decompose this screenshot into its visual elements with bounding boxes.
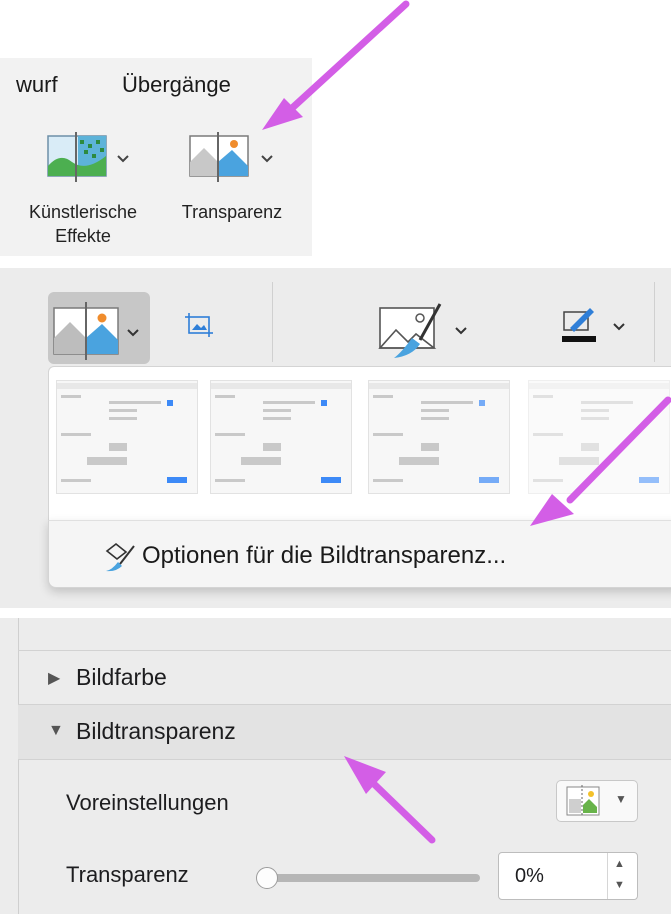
pen-icon — [562, 308, 625, 342]
artistic-effects-label: Künstlerische Effekte — [0, 200, 166, 248]
slider-thumb[interactable] — [256, 867, 278, 889]
transparency-preset-thumb[interactable] — [368, 380, 510, 494]
tab-uebergaenge[interactable]: Übergänge — [122, 72, 231, 98]
transparency-preset-thumb[interactable] — [56, 380, 198, 494]
artistic-effects-label-line2: Effekte — [55, 226, 111, 246]
section-title: Bildtransparenz — [76, 718, 236, 744]
transparency-value-field[interactable]: 0% ▲ ▼ — [498, 852, 638, 900]
triangle-down-icon: ▼ — [48, 722, 64, 739]
transparency-options-icon — [105, 542, 135, 572]
pen-color-button[interactable] — [560, 302, 630, 348]
crop-picture-icon — [185, 313, 213, 337]
toolbar-divider — [654, 282, 655, 362]
section-bildtransparenz[interactable]: ▼ Bildtransparenz — [18, 704, 671, 760]
transparency-value: 0% — [515, 865, 544, 887]
artistic-effects-button[interactable] — [46, 132, 136, 184]
stepper-divider — [607, 853, 608, 899]
format-picture-pane: ▶ Bildfarbe ▼ Bildtransparenz Voreinstel… — [0, 618, 671, 914]
ribbon-panel: wurf Übergänge Künstlerische Effekte Tra… — [0, 58, 312, 256]
transparency-button-pressed[interactable] — [48, 292, 150, 364]
transparency-label: Transparenz — [181, 202, 283, 222]
change-picture-icon — [378, 303, 467, 358]
section-bildfarbe[interactable]: ▶ Bildfarbe — [18, 650, 671, 705]
toolbar-divider — [272, 282, 273, 362]
presets-dropdown[interactable]: ▼ — [556, 780, 638, 822]
transparency-label: Transparenz — [66, 862, 189, 887]
transparency-preset-icon — [566, 785, 600, 817]
crop-picture-button[interactable] — [182, 308, 216, 342]
transparency-icon — [189, 132, 273, 182]
change-picture-button[interactable] — [372, 296, 472, 360]
stepper-down-icon[interactable]: ▼ — [614, 879, 625, 891]
artistic-effects-label-line1: Künstlerische — [28, 202, 138, 222]
transparency-slider[interactable] — [256, 867, 480, 889]
transparency-options-menu-item[interactable]: Optionen für die Bildtransparenz... — [104, 536, 664, 576]
artistic-effects-icon — [47, 132, 129, 182]
transparency-button[interactable] — [186, 132, 286, 184]
stepper-up-icon[interactable]: ▲ — [614, 858, 625, 870]
chevron-down-icon: ▼ — [615, 792, 627, 806]
transparency-preset-thumb[interactable] — [528, 380, 670, 494]
presets-label: Voreinstellungen — [66, 790, 229, 815]
triangle-right-icon: ▶ — [48, 670, 61, 687]
slider-track — [262, 874, 480, 882]
transparency-preset-thumb[interactable] — [210, 380, 352, 494]
transparency-dropdown-panel: Tr — [0, 268, 671, 608]
transparency-icon — [53, 302, 139, 360]
menu-item-label: Optionen für die Bildtransparenz... — [142, 542, 507, 569]
tab-entwurf[interactable]: wurf — [16, 72, 58, 98]
section-title: Bildfarbe — [76, 664, 167, 690]
